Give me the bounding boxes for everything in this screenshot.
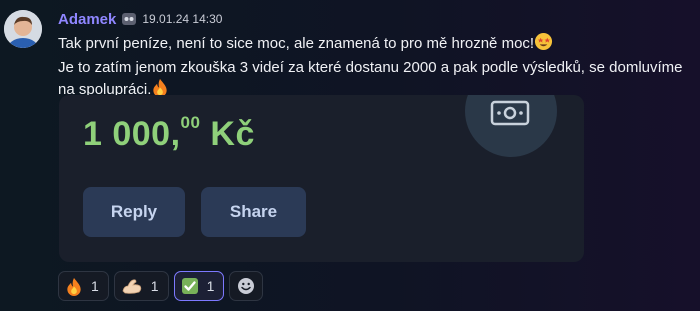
money-icon-circle — [465, 95, 557, 157]
add-reaction-button[interactable] — [229, 271, 264, 301]
amount-main: 1 000, — [83, 115, 181, 153]
message-line-1: Tak první peníze, není to sice moc, ale … — [58, 35, 535, 52]
reaction-count: 1 — [206, 278, 215, 294]
payment-card: 1 000,00 Kč Reply Share — [59, 95, 584, 262]
share-button[interactable]: Share — [201, 187, 306, 237]
reaction-fire[interactable]: 1 — [58, 271, 109, 301]
check-mark-icon — [181, 278, 198, 294]
star-struck-emoji-icon — [534, 32, 553, 57]
reactions-bar: 1 1 1 — [58, 271, 264, 301]
message-header: Adamek 19.01.24 14:30 — [58, 10, 222, 28]
reaction-count: 1 — [91, 278, 99, 294]
reply-button[interactable]: Reply — [83, 187, 185, 237]
reaction-check-mark[interactable]: 1 — [173, 271, 225, 301]
user-avatar[interactable] — [4, 10, 42, 48]
smiley-icon — [238, 278, 255, 294]
payment-amount: 1 000,00 Kč — [83, 113, 255, 154]
amount-decimals: 00 — [180, 113, 201, 132]
flexed-biceps-icon — [122, 279, 141, 294]
fire-icon — [67, 277, 81, 296]
money-bill-icon — [490, 100, 530, 126]
amount-currency: Kč — [210, 115, 255, 153]
author-name[interactable]: Adamek — [58, 11, 116, 28]
message-timestamp: 19.01.24 14:30 — [142, 12, 223, 26]
reaction-count: 1 — [150, 278, 159, 294]
user-badge-icon[interactable] — [121, 11, 137, 27]
message-text: Tak první peníze, není to sice moc, ale … — [58, 32, 688, 103]
reaction-flexed-biceps[interactable]: 1 — [113, 271, 169, 301]
